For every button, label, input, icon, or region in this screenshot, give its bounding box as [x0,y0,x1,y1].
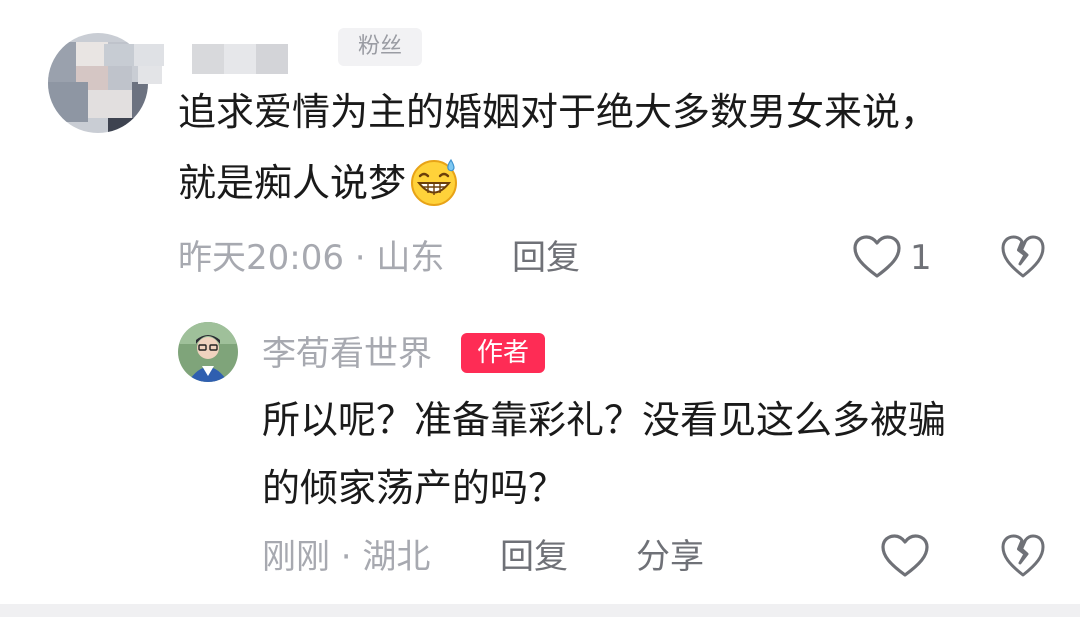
username-pixelated[interactable] [192,44,288,74]
heart-outline-icon[interactable] [852,234,902,280]
comment-text-line-2-content: 就是痴人说梦 [178,161,407,205]
reply-username[interactable]: 李荀看世界 [262,334,432,374]
comment-text-line-1: 追求爱情为主的婚姻对于绝大多数男女来说， [178,90,939,134]
heart-outline-icon[interactable] [880,533,930,579]
comment-text-line-2: 就是痴人说梦 [178,156,1058,208]
broken-heart-icon[interactable] [1000,533,1046,579]
reply-button[interactable]: 回复 [512,238,580,278]
like-count: 1 [910,238,932,278]
fan-badge: 粉丝 [338,28,422,66]
bottom-divider [0,604,1080,617]
user-avatar[interactable] [178,322,238,382]
reply-button[interactable]: 回复 [500,537,568,577]
avatar[interactable] [48,22,168,144]
grinning-sweat-emoji-icon [408,156,460,208]
broken-heart-icon[interactable] [1000,234,1046,280]
reply-time-location: 刚刚 · 湖北 [262,537,431,577]
author-badge: 作者 [461,333,545,373]
reply-text-line-1: 所以呢？准备靠彩礼？没看见这么多被骗 [262,398,947,442]
reply-text-line-2: 的倾家荡产的吗？ [262,466,567,510]
comment-time-location: 昨天20:06 · 山东 [178,238,445,278]
share-button[interactable]: 分享 [636,537,704,577]
